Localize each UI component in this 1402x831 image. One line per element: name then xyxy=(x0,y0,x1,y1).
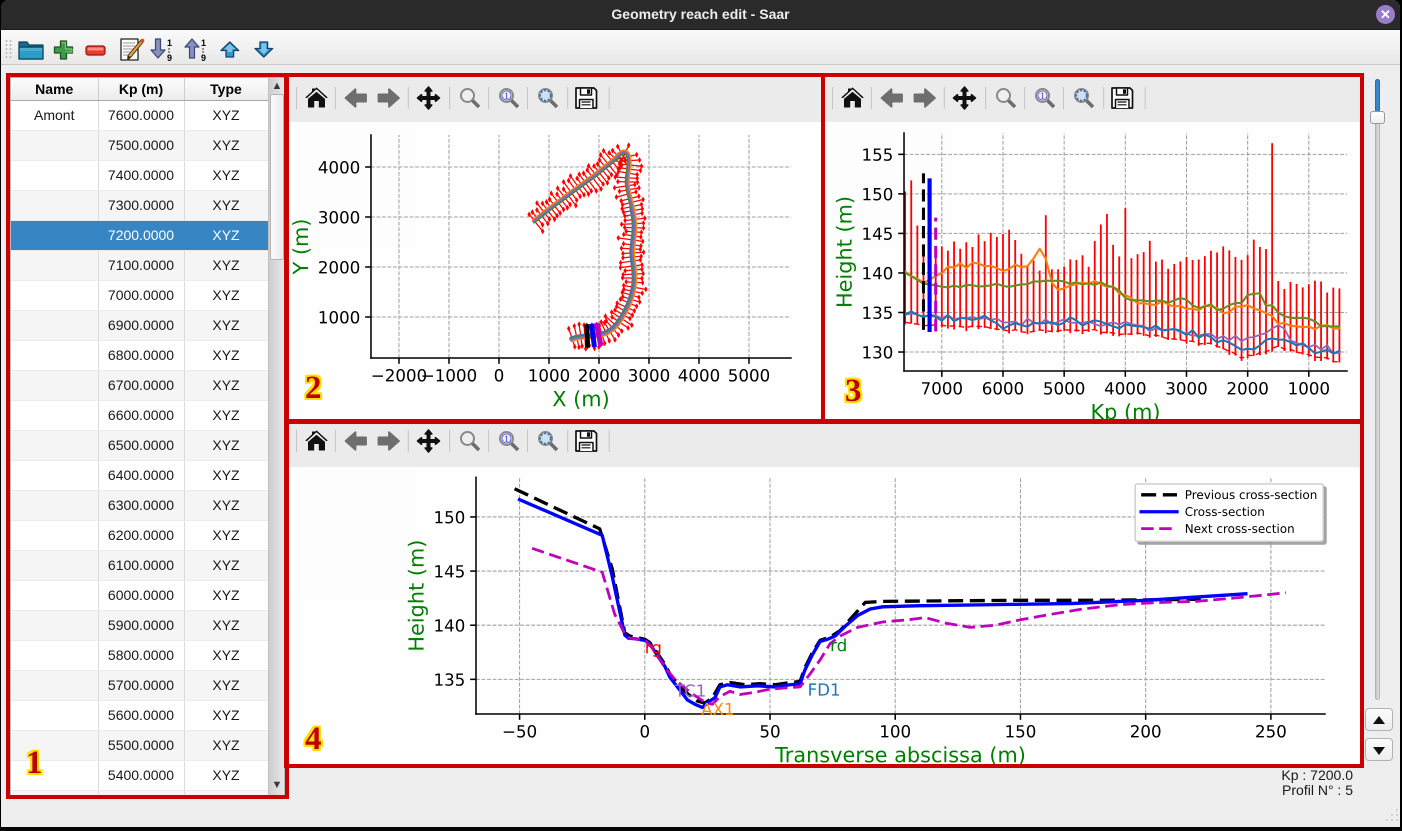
svg-text:9: 9 xyxy=(201,53,206,63)
svg-text:1: 1 xyxy=(201,38,206,48)
svg-text:1: 1 xyxy=(167,38,172,48)
svg-text:9: 9 xyxy=(167,53,172,63)
